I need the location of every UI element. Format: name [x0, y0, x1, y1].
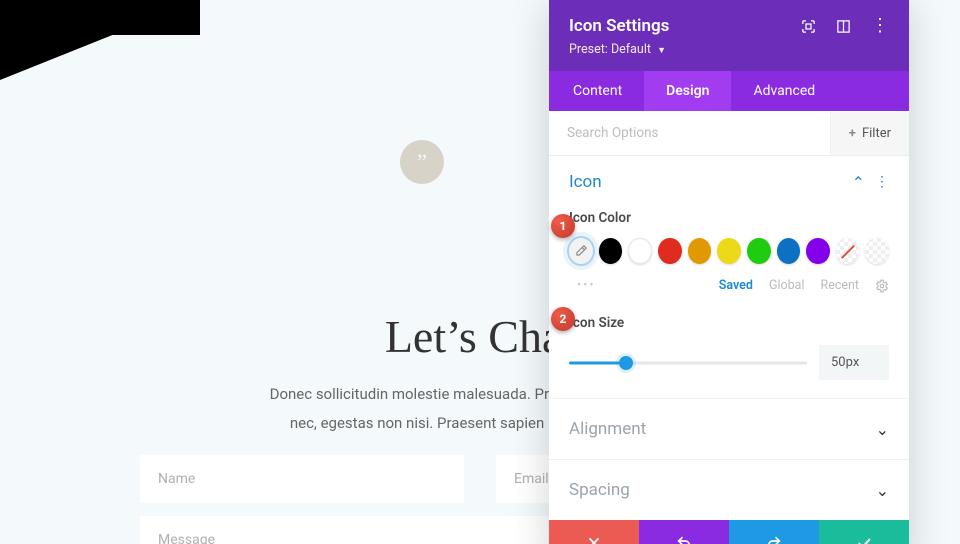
color-swatch-white[interactable]	[628, 238, 652, 264]
color-swatch-purple[interactable]	[806, 238, 830, 264]
preset-dropdown[interactable]: Preset: Default ▼	[569, 42, 889, 57]
chevron-down-icon: ⌄	[876, 481, 889, 500]
color-palette-tabs: Saved Global Recent	[719, 278, 889, 293]
section-icon-header[interactable]: Icon ⌃ ⋮	[569, 170, 889, 196]
palette-tab-global[interactable]: Global	[769, 278, 805, 293]
slider-fill	[569, 361, 626, 364]
undo-icon	[676, 535, 692, 544]
color-swatch-blue[interactable]	[777, 238, 801, 264]
eyedropper-icon	[574, 244, 588, 258]
color-picker[interactable]	[569, 238, 593, 264]
dual-pane-icon[interactable]	[836, 17, 851, 35]
icon-settings-panel: Icon Settings ⋮ Preset:	[549, 0, 909, 544]
chevron-up-icon: ⌃	[852, 173, 865, 192]
cancel-button[interactable]	[549, 520, 639, 544]
section-spacing-header[interactable]: Spacing ⌄	[549, 459, 909, 520]
preset-label: Preset:	[569, 42, 608, 57]
color-swatches	[569, 238, 889, 264]
section-icon: Icon ⌃ ⋮ Icon Color ••• Saved Global Rec…	[549, 156, 909, 398]
color-swatch-orange[interactable]	[688, 238, 712, 264]
panel-footer	[549, 520, 909, 544]
search-input[interactable]	[549, 111, 830, 155]
fullscreen-icon[interactable]	[801, 17, 816, 35]
icon-size-value[interactable]: 50px	[819, 345, 889, 380]
panel-tabs: Content Design Advanced	[549, 71, 909, 111]
color-swatch-none[interactable]	[836, 238, 860, 264]
filter-label: Filter	[862, 126, 891, 141]
color-swatch-trans[interactable]	[865, 238, 889, 264]
section-icon-title: Icon	[569, 172, 602, 192]
tab-content[interactable]: Content	[549, 71, 644, 111]
kebab-menu-icon[interactable]: ⋮	[875, 174, 889, 190]
redo-button[interactable]	[729, 520, 819, 544]
gear-icon[interactable]	[875, 279, 889, 293]
preset-value: Default	[611, 42, 651, 57]
redo-icon	[766, 535, 782, 544]
icon-size-slider[interactable]	[569, 351, 807, 375]
callout-badge-2: 2	[551, 307, 575, 331]
icon-color-label: Icon Color	[569, 210, 889, 226]
section-spacing-title: Spacing	[569, 480, 630, 500]
slider-thumb[interactable]	[619, 356, 633, 370]
header-shape-slant	[0, 0, 200, 80]
confirm-button[interactable]	[819, 520, 909, 544]
close-icon	[587, 536, 601, 544]
chevron-down-icon: ▼	[657, 46, 666, 56]
more-icon[interactable]: •••	[577, 278, 596, 293]
panel-header: Icon Settings ⋮ Preset:	[549, 0, 909, 71]
check-icon	[856, 535, 872, 544]
section-alignment-header[interactable]: Alignment ⌄	[549, 398, 909, 459]
color-swatch-black[interactable]	[599, 238, 623, 264]
plus-icon: +	[849, 126, 856, 141]
icon-size-label: Icon Size	[569, 315, 889, 331]
chevron-down-icon: ⌄	[876, 420, 889, 439]
undo-button[interactable]	[639, 520, 729, 544]
page-background: ” Let’s Chat Donec sollicitudin molestie…	[0, 0, 960, 544]
quote-icon: ”	[400, 140, 444, 184]
palette-tab-saved[interactable]: Saved	[719, 278, 753, 293]
search-bar: + Filter	[549, 111, 909, 156]
tab-advanced[interactable]: Advanced	[731, 71, 837, 111]
name-field[interactable]	[140, 455, 464, 503]
color-swatch-yellow[interactable]	[717, 238, 741, 264]
kebab-menu-icon[interactable]: ⋮	[871, 17, 889, 35]
filter-button[interactable]: + Filter	[830, 112, 909, 155]
panel-title: Icon Settings	[569, 16, 669, 36]
color-swatch-red[interactable]	[658, 238, 682, 264]
color-swatch-green[interactable]	[747, 238, 771, 264]
section-alignment-title: Alignment	[569, 419, 646, 439]
tab-design[interactable]: Design	[644, 71, 731, 111]
palette-tab-recent[interactable]: Recent	[821, 278, 860, 293]
callout-badge-1: 1	[551, 214, 575, 238]
